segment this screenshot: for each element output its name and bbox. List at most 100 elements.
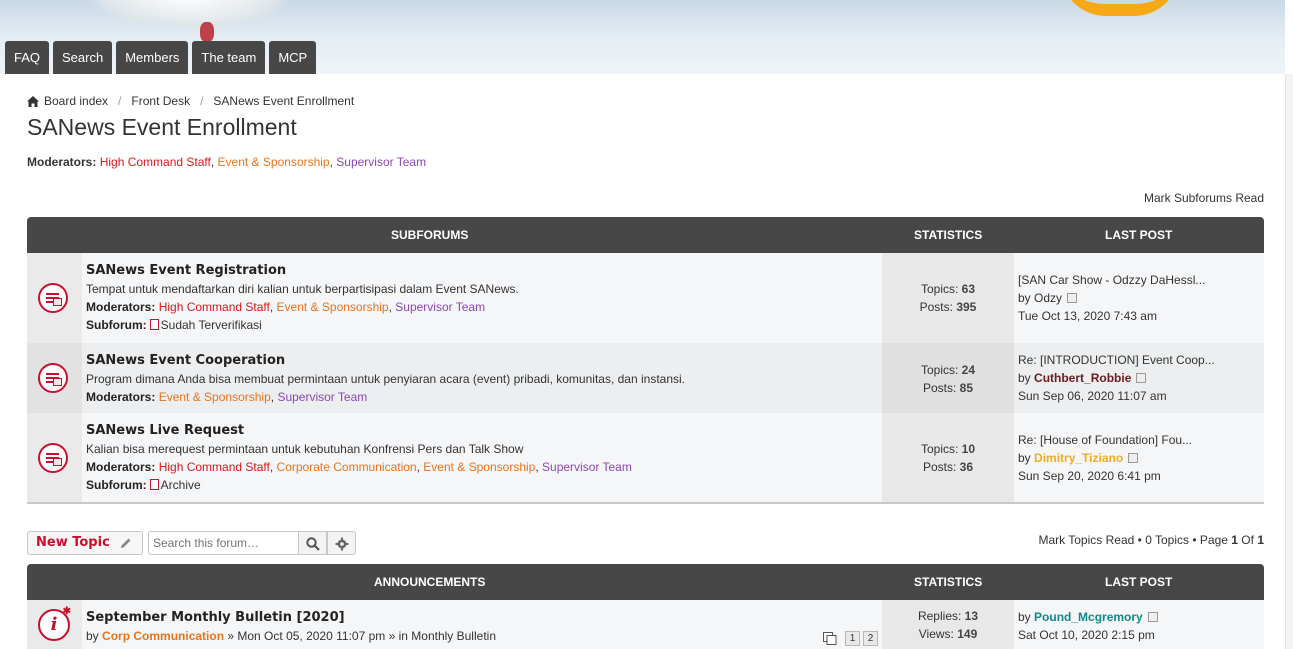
moderator-link[interactable]: Supervisor Team [542, 460, 632, 474]
mark-subforums-read-link[interactable]: Mark Subforums Read [1144, 191, 1264, 205]
page-title: SANews Event Enrollment [27, 114, 297, 140]
moderator-link[interactable]: Supervisor Team [395, 300, 485, 314]
forum-moderators: Moderators: High Command Staff, Event & … [27, 155, 427, 169]
table-divider [27, 502, 1264, 504]
forum-search-input[interactable] [148, 531, 299, 555]
current-page: 1 [1231, 533, 1238, 547]
search-button[interactable] [298, 531, 327, 555]
forum-posts-count: Posts: 85 [922, 381, 974, 395]
forum-subforum-list: Subforum: Sudah Terverifikasi [86, 318, 262, 332]
moderator-link[interactable]: Event & Sponsorship [423, 460, 535, 474]
forum-title-link[interactable]: SANews Live Request [86, 423, 244, 438]
nav-members[interactable]: Members [116, 41, 189, 74]
advanced-search-button[interactable] [327, 531, 356, 555]
header-dove-foot [200, 22, 214, 42]
forum-title-link[interactable]: SANews Event Registration [86, 263, 286, 278]
pagination: Mark Topics Read • 0 Topics • Page 1 Of … [1038, 533, 1264, 547]
moderator-link[interactable]: Event & Sponsorship [218, 155, 330, 169]
last-post-author: by Pound_Mcgremory [1018, 610, 1158, 624]
nav-mcp[interactable]: MCP [269, 41, 317, 74]
moderator-link[interactable]: Corporate Communication [277, 460, 417, 474]
forum-posts-count: Posts: 395 [919, 300, 977, 314]
page-side-border [1285, 74, 1293, 649]
forum-moderators: Moderators: High Command Staff, Event & … [86, 300, 486, 314]
last-post-title-link[interactable]: Re: [INTRODUCTION] Event Coop... [1018, 353, 1215, 367]
topic-title-link[interactable]: September Monthly Bulletin [2020] [86, 610, 345, 625]
topic-meta: by Corp Communication » Mon Oct 05, 2020… [86, 629, 496, 643]
view-latest-post-icon[interactable] [1128, 453, 1139, 463]
last-post-title-link[interactable]: [SAN Car Show - Odzzy DaHessl... [1018, 273, 1205, 287]
col-statistics: STATISTICS [914, 575, 983, 589]
forum-description: Program dimana Anda bisa membuat permint… [86, 372, 685, 386]
moderator-link[interactable]: Supervisor Team [277, 390, 367, 404]
subforums-table-header: SUBFORUMS STATISTICS LAST POST [27, 217, 1264, 253]
subforum-file-icon [149, 479, 159, 490]
nav-search[interactable]: Search [53, 41, 113, 74]
moderator-link[interactable]: Event & Sponsorship [277, 300, 389, 314]
topic-page-link[interactable]: 2 [863, 631, 878, 646]
forum-moderators: Moderators: Event & Sponsorship, Supervi… [86, 390, 368, 404]
last-post-user-link[interactable]: Odzy [1034, 291, 1062, 305]
last-post-user-link[interactable]: Dimitry_Tiziano [1034, 451, 1123, 465]
forum-subforum-list: Subforum: Archive [86, 478, 201, 492]
last-post-user-link[interactable]: Cuthbert_Robbie [1034, 371, 1131, 385]
forum-topics-count: Topics: 10 [920, 442, 976, 456]
announcement-icon: i ✱ [38, 607, 71, 641]
subforum-link[interactable]: Sudah Terverifikasi [161, 318, 262, 332]
view-latest-post-icon[interactable] [1136, 373, 1147, 383]
nav-faq[interactable]: FAQ [5, 41, 50, 74]
multi-page-icon [823, 632, 837, 645]
topic-count: 0 Topics [1145, 533, 1189, 547]
forum-moderators: Moderators: High Command Staff, Corporat… [86, 460, 632, 474]
total-pages: 1 [1257, 533, 1264, 547]
forum-unread-icon [38, 363, 68, 393]
top-nav: FAQ Search Members The team MCP [5, 41, 317, 74]
forum-row: SANews Live Request Kalian bisa mereques… [27, 413, 1264, 502]
last-post-author: by Cuthbert_Robbie [1018, 371, 1147, 385]
topic-replies-count: Replies: 13 [917, 609, 979, 623]
view-latest-post-icon[interactable] [1147, 612, 1158, 622]
forum-unread-icon [38, 443, 68, 473]
search-icon [306, 537, 320, 551]
topic-forum-link[interactable]: Monthly Bulletin [411, 629, 496, 643]
forum-row: SANews Event Cooperation Program dimana … [27, 343, 1264, 413]
last-post-date: Sun Sep 06, 2020 11:07 am [1018, 389, 1167, 403]
header-logo-swoosh [1060, 0, 1180, 16]
moderator-link[interactable]: High Command Staff [100, 155, 211, 169]
moderator-link[interactable]: Supervisor Team [336, 155, 426, 169]
forum-topics-count: Topics: 63 [920, 282, 976, 296]
forum-posts-count: Posts: 36 [922, 460, 974, 474]
last-post-user-link[interactable]: Pound_Mcgremory [1034, 610, 1143, 624]
forum-unread-icon [38, 283, 68, 313]
last-post-date: Sat Oct 10, 2020 2:15 pm [1018, 628, 1155, 642]
col-last-post: LAST POST [1105, 228, 1173, 242]
breadcrumb-current[interactable]: SANews Event Enrollment [213, 94, 354, 108]
breadcrumb-board-index[interactable]: Board index [44, 94, 108, 108]
col-announcements: ANNOUNCEMENTS [374, 575, 486, 589]
col-subforums: SUBFORUMS [391, 228, 469, 242]
view-latest-post-icon[interactable] [1067, 293, 1078, 303]
last-post-date: Tue Oct 13, 2020 7:43 am [1018, 309, 1157, 323]
topic-author-link[interactable]: Corp Communication [102, 629, 224, 643]
last-post-author: by Dimitry_Tiziano [1018, 451, 1139, 465]
gear-icon [335, 537, 349, 551]
topic-views-count: Views: 149 [918, 627, 978, 641]
breadcrumb: Board index / Front Desk / SANews Event … [27, 94, 354, 108]
last-post-title-link[interactable]: Re: [House of Foundation] Fou... [1018, 433, 1192, 447]
moderator-link[interactable]: High Command Staff [159, 300, 270, 314]
forum-description: Tempat untuk mendaftarkan diri kalian un… [86, 282, 519, 296]
new-topic-button[interactable]: New Topic [27, 531, 143, 555]
header-dove-image [90, 0, 290, 30]
breadcrumb-front-desk[interactable]: Front Desk [131, 94, 190, 108]
site-header: FAQ Search Members The team MCP [0, 0, 1293, 74]
mark-topics-read-link[interactable]: Mark Topics Read [1038, 533, 1134, 547]
announcement-row: i ✱ September Monthly Bulletin [2020] by … [27, 600, 1264, 649]
topic-page-link[interactable]: 1 [845, 631, 860, 646]
subforum-file-icon [149, 319, 159, 330]
subforum-link[interactable]: Archive [161, 478, 201, 492]
moderator-link[interactable]: High Command Staff [159, 460, 270, 474]
nav-the-team[interactable]: The team [192, 41, 266, 74]
forum-row: SANews Event Registration Tempat untuk m… [27, 253, 1264, 343]
forum-title-link[interactable]: SANews Event Cooperation [86, 353, 285, 368]
moderator-link[interactable]: Event & Sponsorship [159, 390, 271, 404]
